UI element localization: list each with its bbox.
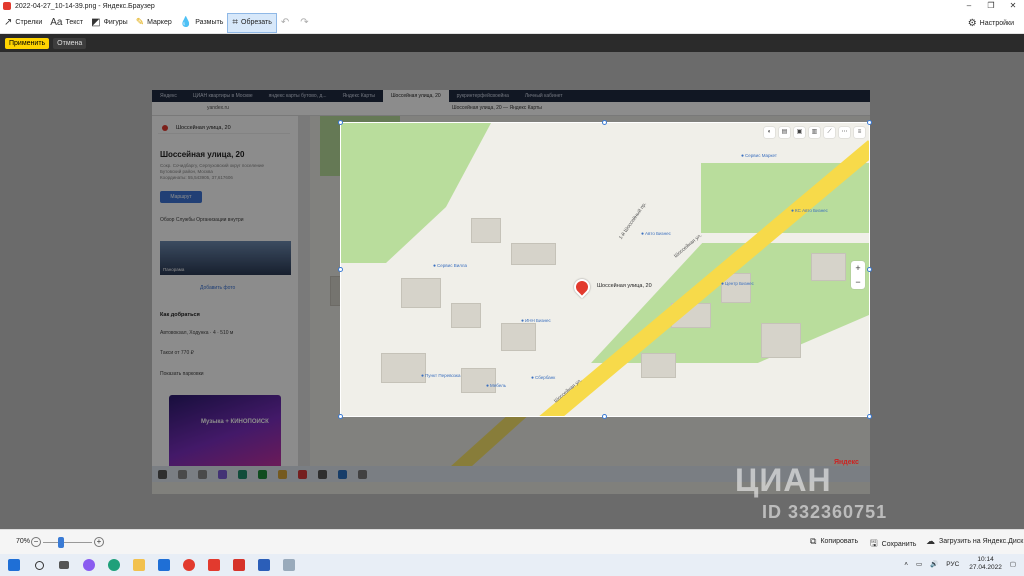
- watermark-id: ID 332360751: [762, 502, 888, 522]
- crop-handle-tl[interactable]: [338, 120, 343, 125]
- upload-disk-button[interactable]: ☁ Загрузить на Яндекс.Диск: [926, 536, 1023, 547]
- windows-icon: [8, 559, 20, 571]
- save-label: Сохранить: [881, 540, 917, 548]
- tool-label: Обрезать: [241, 19, 272, 26]
- editor-toolbar: ↗ Стрелки Aa Текст ◩ Фигуры ✎ Маркер 💧 Размыт…: [0, 12, 1024, 34]
- zoom-slider[interactable]: [43, 542, 92, 543]
- taskbar-app[interactable]: [153, 554, 175, 576]
- windows-taskbar: ˄ ▭ 🔊 РУС 10:14 27.04.2022 ▢: [0, 554, 1024, 576]
- redo-icon: ↷: [300, 17, 309, 28]
- cloud-upload-icon: ☁: [926, 536, 935, 546]
- marker-icon: ✎: [135, 17, 145, 28]
- tool-crop[interactable]: ⌗ Обрезать: [227, 12, 277, 33]
- tool-marker[interactable]: ✎ Маркер: [132, 13, 176, 33]
- settings-label: Настройки: [979, 19, 1014, 27]
- maximize-button[interactable]: ❐: [980, 0, 1002, 12]
- crop-frame[interactable]: [340, 122, 870, 417]
- system-tray: ˄ ▭ 🔊 РУС 10:14 27.04.2022 ▢: [904, 556, 1016, 572]
- undo-icon: ↶: [280, 17, 290, 28]
- watermark-logo: ЦИАН: [735, 462, 832, 498]
- search-icon: [34, 560, 44, 570]
- taskbar-app[interactable]: [228, 554, 250, 576]
- tool-shapes[interactable]: ◩ Фигуры: [87, 13, 132, 33]
- taskbar-app[interactable]: [103, 554, 125, 576]
- map-copyright: Яндекс: [834, 459, 859, 466]
- apply-button[interactable]: Применить: [5, 37, 50, 49]
- taskbar-app[interactable]: [178, 554, 200, 576]
- crop-handle-t[interactable]: [602, 120, 607, 125]
- crop-dim-top: [152, 90, 870, 122]
- copy-label: Копировать: [820, 538, 859, 545]
- start-button[interactable]: [3, 554, 25, 576]
- taskbar-app[interactable]: [78, 554, 100, 576]
- taskbar-app[interactable]: [128, 554, 150, 576]
- taskbar-app[interactable]: [278, 554, 300, 576]
- tool-label: Текст: [65, 19, 84, 26]
- chevron-up-icon[interactable]: ˄: [904, 561, 908, 568]
- clock[interactable]: 10:14 27.04.2022: [969, 556, 1002, 572]
- yandex-browser-icon: [233, 559, 245, 571]
- word-icon: [258, 559, 270, 571]
- close-button[interactable]: ✕: [1002, 0, 1024, 12]
- zoom-value: 70%: [16, 538, 31, 545]
- undo-button[interactable]: ↶: [277, 13, 296, 33]
- taskbar-app[interactable]: [203, 554, 225, 576]
- mail-icon: [158, 559, 170, 571]
- crop-handle-b[interactable]: [602, 414, 607, 419]
- language-indicator[interactable]: РУС: [946, 561, 959, 568]
- tool-label: Маркер: [147, 19, 172, 26]
- crop-dim-left: [152, 122, 340, 417]
- clock-date: 27.04.2022: [969, 564, 1002, 571]
- redo-button[interactable]: ↷: [296, 13, 315, 33]
- copy-button[interactable]: ⧉ Копировать: [810, 536, 858, 547]
- taskbar-app[interactable]: [253, 554, 275, 576]
- tool-text[interactable]: Aa Текст: [46, 13, 87, 33]
- crop-handle-br[interactable]: [867, 414, 872, 419]
- tool-label: Фигуры: [103, 19, 128, 26]
- gear-icon: ⚙: [967, 17, 977, 29]
- app-icon: [3, 2, 11, 10]
- zoom-out-button[interactable]: −: [31, 537, 41, 547]
- window-title: 2022-04-27_10-14-39.png - Яндекс.Браузер: [15, 2, 155, 10]
- paint-icon: [283, 559, 295, 571]
- tool-blur[interactable]: 💧 Размыть: [176, 13, 228, 33]
- status-bar: 70% − + ⧉ Копировать 🖫 Сохранить ☁ Загрузит…: [0, 529, 1024, 554]
- settings-button[interactable]: ⚙ Настройки: [964, 13, 1018, 33]
- network-icon[interactable]: ▭: [916, 560, 922, 568]
- crop-action-bar: Применить Отмена: [0, 34, 1024, 52]
- crop-icon: ⌗: [232, 17, 238, 28]
- crop-handle-r[interactable]: [867, 267, 872, 272]
- tool-label: Размыть: [195, 19, 224, 26]
- folder-icon: [133, 559, 145, 571]
- arrow-icon: ↗: [4, 17, 13, 28]
- upload-label: Загрузить на Яндекс.Диск: [939, 538, 1024, 545]
- blur-icon: 💧: [179, 17, 193, 28]
- crop-handle-l[interactable]: [338, 267, 343, 272]
- window-controls: – ❐ ✕: [958, 0, 1024, 12]
- save-icon: 🖫: [870, 538, 878, 548]
- crop-handle-bl[interactable]: [338, 414, 343, 419]
- copy-icon: ⧉: [810, 536, 817, 546]
- task-view-icon: [59, 561, 69, 569]
- volume-icon[interactable]: 🔊: [930, 560, 938, 568]
- title-bar: 2022-04-27_10-14-39.png - Яндекс.Браузер…: [0, 0, 1024, 12]
- alice-icon: [83, 559, 95, 571]
- save-button[interactable]: 🖫 Сохранить: [870, 536, 916, 552]
- edge-icon: [108, 559, 120, 571]
- zoom-in-button[interactable]: +: [94, 537, 104, 547]
- tool-arrows[interactable]: ↗ Стрелки: [0, 13, 46, 33]
- notifications-icon[interactable]: ▢: [1010, 560, 1016, 568]
- yandex-browser-icon: [208, 559, 220, 571]
- minimize-button[interactable]: –: [958, 0, 980, 12]
- search-button[interactable]: [28, 554, 50, 576]
- cancel-button[interactable]: Отмена: [53, 37, 87, 49]
- clock-time: 10:14: [977, 556, 994, 563]
- shapes-icon: ◩: [91, 17, 101, 28]
- yandex-icon: [183, 559, 195, 571]
- crop-handle-tr[interactable]: [867, 120, 872, 125]
- text-icon: Aa: [50, 17, 63, 28]
- task-view-button[interactable]: [53, 554, 75, 576]
- tool-label: Стрелки: [15, 19, 43, 26]
- zoom-slider-thumb[interactable]: [58, 537, 64, 548]
